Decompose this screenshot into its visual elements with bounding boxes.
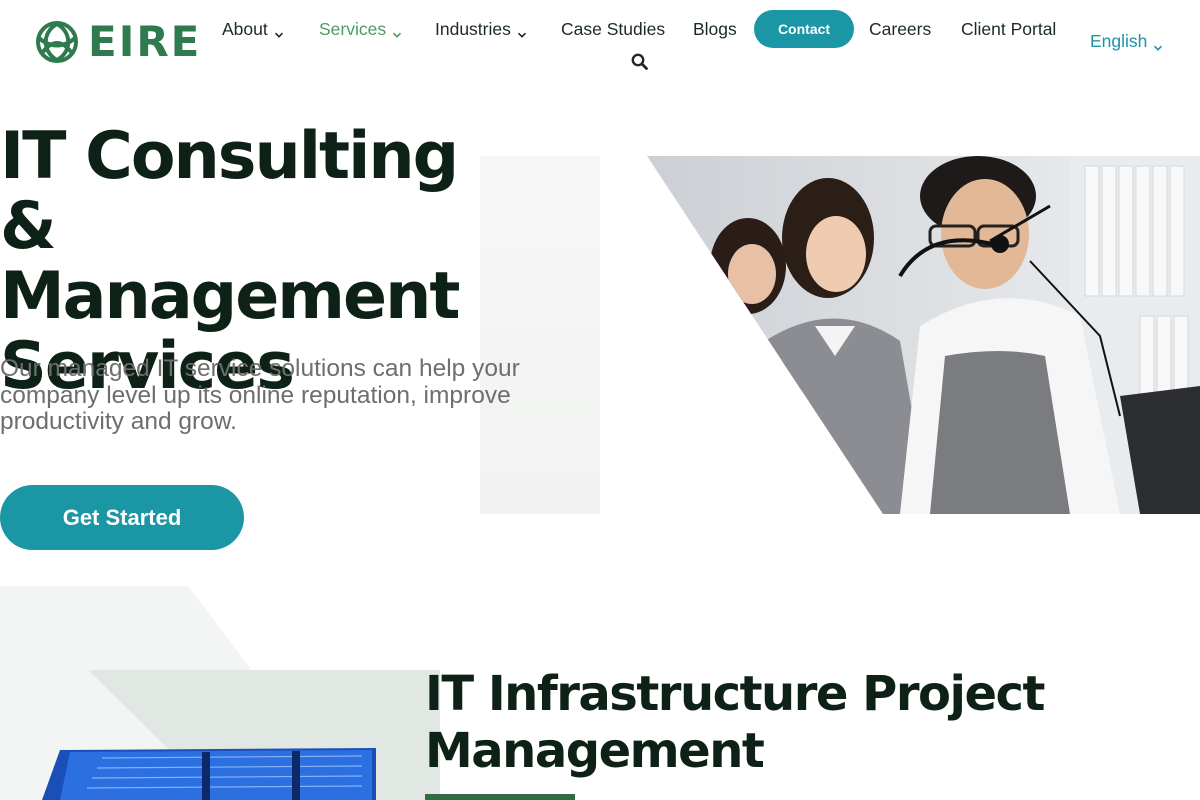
nav-item-case-studies[interactable]: Case Studies [561,18,665,40]
search-icon[interactable] [630,52,650,72]
contact-button[interactable]: Contact [754,10,854,48]
get-started-button[interactable]: Get Started [0,485,244,550]
nav-item-industries[interactable]: Industries [435,18,527,40]
nav-item-label: Services [319,18,387,39]
nav-item-label: Careers [869,18,932,39]
nav-item-label: About [222,18,268,39]
nav-item-careers[interactable]: Careers [869,18,931,40]
logo[interactable]: EIRE [34,18,201,66]
nav-item-label: Client Portal [961,18,1057,39]
nav-item-label: Case Studies [561,18,666,39]
chevron-down-icon [517,24,527,38]
title-underline-bar [425,794,575,800]
nav-item-label: Industries [435,18,511,39]
chevron-down-icon [274,24,284,38]
nav-item-services[interactable]: Services [319,18,402,40]
nav-item-client-portal[interactable]: Client Portal [961,18,1056,40]
nav-item-about[interactable]: About [222,18,284,40]
section-title: IT Infrastructure Project Management [425,666,1045,779]
hero-subtitle: Our managed IT service solutions can hel… [0,355,520,435]
celtic-knot-icon [34,18,80,66]
language-label: English [1090,31,1148,51]
chevron-down-icon [392,24,402,38]
hero-image [600,156,1200,514]
chevron-down-icon [1153,37,1163,51]
nav-item-label: Blogs [693,18,737,39]
brand-name: EIRE [88,17,202,66]
language-selector[interactable]: English [1090,31,1163,52]
server-rack-image [42,748,376,800]
nav-item-blogs[interactable]: Blogs [693,18,737,40]
